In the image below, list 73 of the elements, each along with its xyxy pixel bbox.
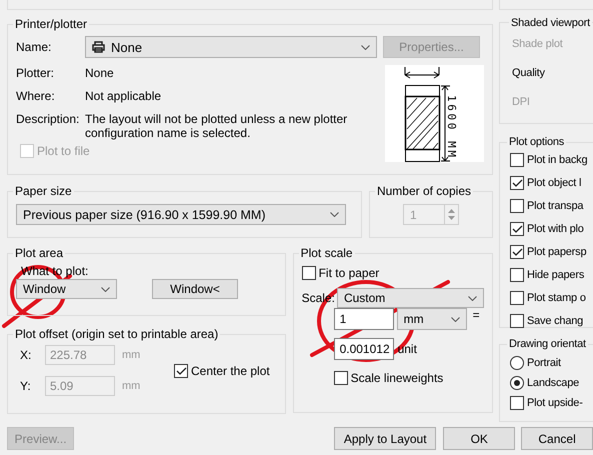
down-arrow-icon (448, 216, 455, 220)
option-label: DPI (512, 96, 531, 110)
printer-icon (92, 41, 105, 53)
group-title: Number of copies (376, 184, 472, 198)
group-title: Plot area (14, 246, 64, 260)
group-title: Paper size (14, 184, 73, 198)
dimension-label: 1600 MM (445, 95, 458, 157)
checkbox[interactable] (510, 268, 524, 282)
unit-label: mm (122, 349, 140, 361)
checkbox[interactable] (510, 222, 524, 236)
checkbox[interactable] (510, 199, 524, 214)
radio-button[interactable] (510, 356, 524, 370)
checkbox[interactable] (510, 176, 524, 190)
scale-field[interactable]: 0.001012 (334, 338, 394, 360)
checkbox-label: Save chang (527, 315, 584, 328)
dialog-button[interactable]: Cancel (521, 427, 593, 450)
dialog-button[interactable]: OK (443, 427, 516, 450)
group-title: Printer/plotter (14, 17, 88, 31)
info-label: Description: (16, 112, 80, 128)
caret-icon (330, 212, 339, 217)
group-title: Shaded viewport (510, 16, 592, 29)
group-title: Drawing orientat (508, 338, 587, 350)
printer-dropdown[interactable]: None (85, 36, 377, 58)
checkbox-label: Plot transpa (527, 200, 584, 212)
unit-label: mm (122, 380, 140, 392)
field-label: X: (19, 348, 32, 362)
caret-icon (468, 296, 477, 300)
checkbox-label: Plot upside- (527, 397, 583, 410)
radio-button[interactable] (510, 376, 524, 390)
checkbox[interactable] (510, 396, 524, 410)
checkbox[interactable] (510, 153, 524, 168)
radio-label: Landscape (527, 377, 580, 390)
radio-label: Portrait (527, 357, 561, 370)
window-button[interactable]: Window< (152, 279, 238, 299)
checkbox[interactable] (302, 266, 316, 280)
caret-icon (101, 286, 110, 292)
scale-dropdown[interactable]: Custom (336, 288, 484, 308)
paper-size-dropdown[interactable]: Previous paper size (916.90 x 1599.90 MM) (16, 204, 346, 225)
group-title: Plot offset (origin set to printable area) (14, 327, 220, 341)
checkbox-label: Plot to file (37, 144, 90, 158)
scale-field[interactable]: 1 (334, 308, 394, 330)
info-value: None (85, 66, 115, 80)
checkbox-label: Plot object l (527, 177, 582, 190)
checkbox[interactable] (510, 314, 524, 328)
dialog-button[interactable]: Apply to Layout (334, 427, 436, 450)
checkbox[interactable] (510, 291, 524, 306)
equals-sign: = (472, 308, 480, 322)
up-arrow-icon (448, 209, 455, 213)
caret-icon (361, 44, 370, 50)
unit-dropdown[interactable]: mm (396, 308, 467, 330)
info-label: Where: (16, 89, 56, 103)
info-label: Plotter: (16, 66, 56, 80)
checkbox-label: Center the plot (191, 364, 270, 378)
caret-icon (450, 316, 460, 322)
info-value: The layout will not be plotted unless a new plotter configuration name is selected. (85, 112, 348, 140)
field-label: Name: (16, 40, 52, 54)
checkbox-label: Scale lineweights (350, 371, 444, 385)
checkbox[interactable] (510, 245, 524, 260)
checkbox-label: Plot papersp (527, 246, 586, 258)
checkbox-label: Fit to paper (318, 266, 380, 280)
what-to-plot-dropdown[interactable]: Window (16, 279, 117, 299)
checkbox[interactable] (334, 371, 348, 385)
checkbox-label: Hide papers (527, 269, 584, 282)
option-label: Shade plot (512, 38, 564, 52)
checkbox[interactable] (174, 364, 188, 378)
info-value: Not applicable (85, 89, 162, 103)
group-title: Plot options (508, 136, 566, 148)
option-label: Quality (512, 66, 546, 81)
group-title: Plot scale (300, 246, 354, 260)
checkbox-label: Plot in backg (527, 154, 588, 166)
checkbox-label: Plot stamp o (527, 292, 586, 304)
checkbox-label: Plot with plo (527, 223, 584, 236)
field-label: Y: (19, 379, 32, 393)
